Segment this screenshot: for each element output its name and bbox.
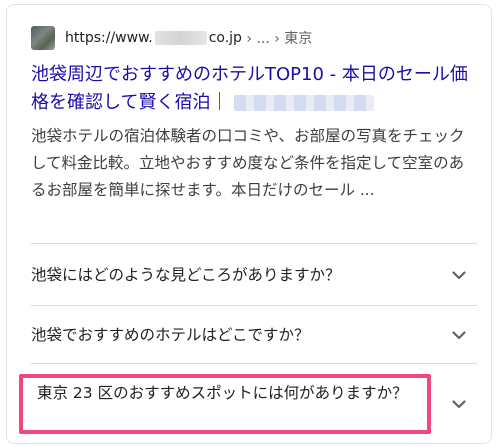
- faq-question: 東京 23 区のおすすめスポットには何がありますか？: [37, 384, 408, 402]
- faq-item[interactable]: 池袋にはどのような見どころがありますか？: [31, 243, 477, 306]
- favicon-icon: [31, 26, 55, 50]
- url-suffix: co.jp: [208, 30, 242, 46]
- result-url[interactable]: https://www. co.jp › ... › 東京: [65, 28, 312, 48]
- chevron-down-icon[interactable]: [447, 323, 471, 347]
- redacted-domain: [154, 31, 207, 45]
- faq-question: 池袋にはどのような見どころがありますか？: [31, 266, 341, 284]
- result-title-link[interactable]: 池袋周辺でおすすめのホテルTOP10 - 本日のセール価格を確認して賢く宿泊｜: [31, 61, 471, 117]
- result-source[interactable]: https://www. co.jp › ... › 東京: [31, 25, 312, 51]
- breadcrumb: › ... › 東京: [246, 31, 313, 47]
- redacted-site-name: [234, 95, 375, 111]
- chevron-down-icon[interactable]: [447, 263, 471, 287]
- faq-item[interactable]: 池袋でおすすめのホテルはどこですか？: [31, 305, 477, 364]
- faq-item[interactable]: 東京 23 区のおすすめスポットには何がありますか？: [31, 363, 477, 444]
- faq-question: 池袋でおすすめのホテルはどこですか？: [31, 326, 310, 344]
- url-prefix: https://www.: [65, 30, 153, 46]
- result-snippet: 池袋ホテルの宿泊体験者の口コミや、お部屋の写真をチェックして料金比較。立地やおす…: [31, 127, 465, 199]
- search-result-card: https://www. co.jp › ... › 東京 池袋周辺でおすすめの…: [6, 4, 492, 444]
- chevron-down-icon[interactable]: [447, 392, 471, 416]
